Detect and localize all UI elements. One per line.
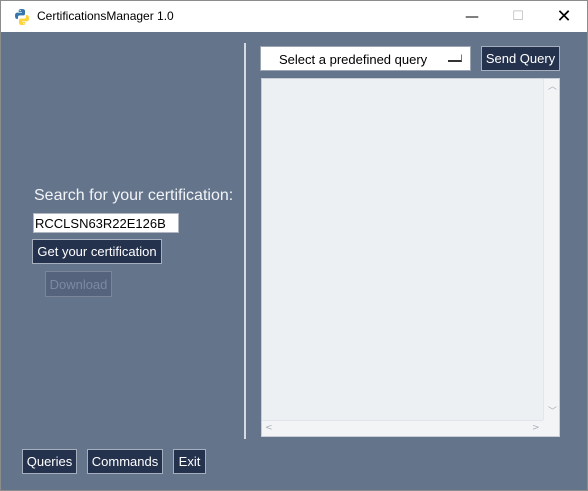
scroll-down-icon[interactable]: ﹀ [548, 407, 557, 417]
certification-code-input[interactable] [33, 213, 179, 233]
get-certification-button[interactable]: Get your certification [32, 239, 162, 264]
predefined-query-select[interactable]: Select a predefined query [260, 46, 471, 71]
query-results-textarea[interactable]: ︿ ﹀ < > [261, 78, 560, 437]
vertical-scrollbar[interactable]: ︿ ﹀ [543, 79, 559, 420]
title-bar: CertificationsManager 1.0 — ☐ ✕ [1, 1, 587, 32]
vertical-divider [244, 43, 246, 439]
exit-button[interactable]: Exit [173, 449, 206, 474]
search-label: Search for your certification: [34, 187, 234, 204]
send-query-button[interactable]: Send Query [481, 46, 560, 71]
scroll-left-icon[interactable]: < [265, 423, 273, 433]
main-content: Search for your certification: Get your … [6, 32, 584, 487]
minimize-button[interactable]: — [449, 1, 495, 32]
scroll-up-icon[interactable]: ︿ [548, 82, 557, 92]
scroll-right-icon[interactable]: > [532, 423, 540, 433]
close-button[interactable]: ✕ [541, 1, 587, 32]
python-logo-icon [15, 9, 29, 25]
query-select-label: Select a predefined query [279, 52, 428, 67]
option-menu-indicator-icon [448, 54, 462, 62]
horizontal-scrollbar[interactable]: < > [262, 420, 543, 436]
maximize-button[interactable]: ☐ [495, 1, 541, 32]
commands-button[interactable]: Commands [87, 449, 163, 474]
app-window: CertificationsManager 1.0 — ☐ ✕ Search f… [0, 0, 588, 491]
window-title: CertificationsManager 1.0 [37, 9, 174, 23]
scrollbar-corner [543, 420, 559, 436]
download-button[interactable]: Download [45, 271, 112, 297]
queries-button[interactable]: Queries [22, 449, 77, 474]
